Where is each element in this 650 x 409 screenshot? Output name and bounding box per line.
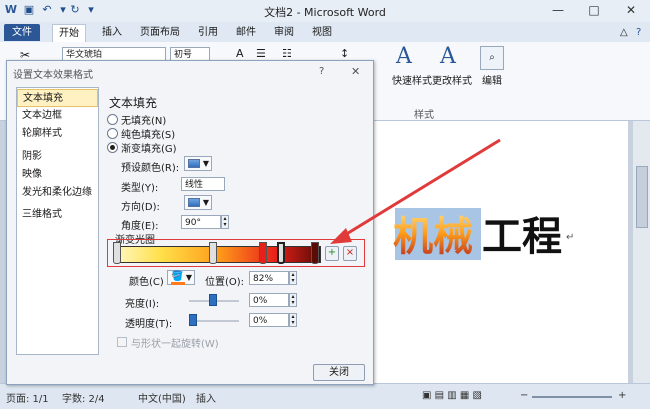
annotation-arrow-head	[330, 228, 352, 244]
annotation-arrow-line	[339, 138, 501, 240]
annotation-arrow	[330, 138, 501, 244]
